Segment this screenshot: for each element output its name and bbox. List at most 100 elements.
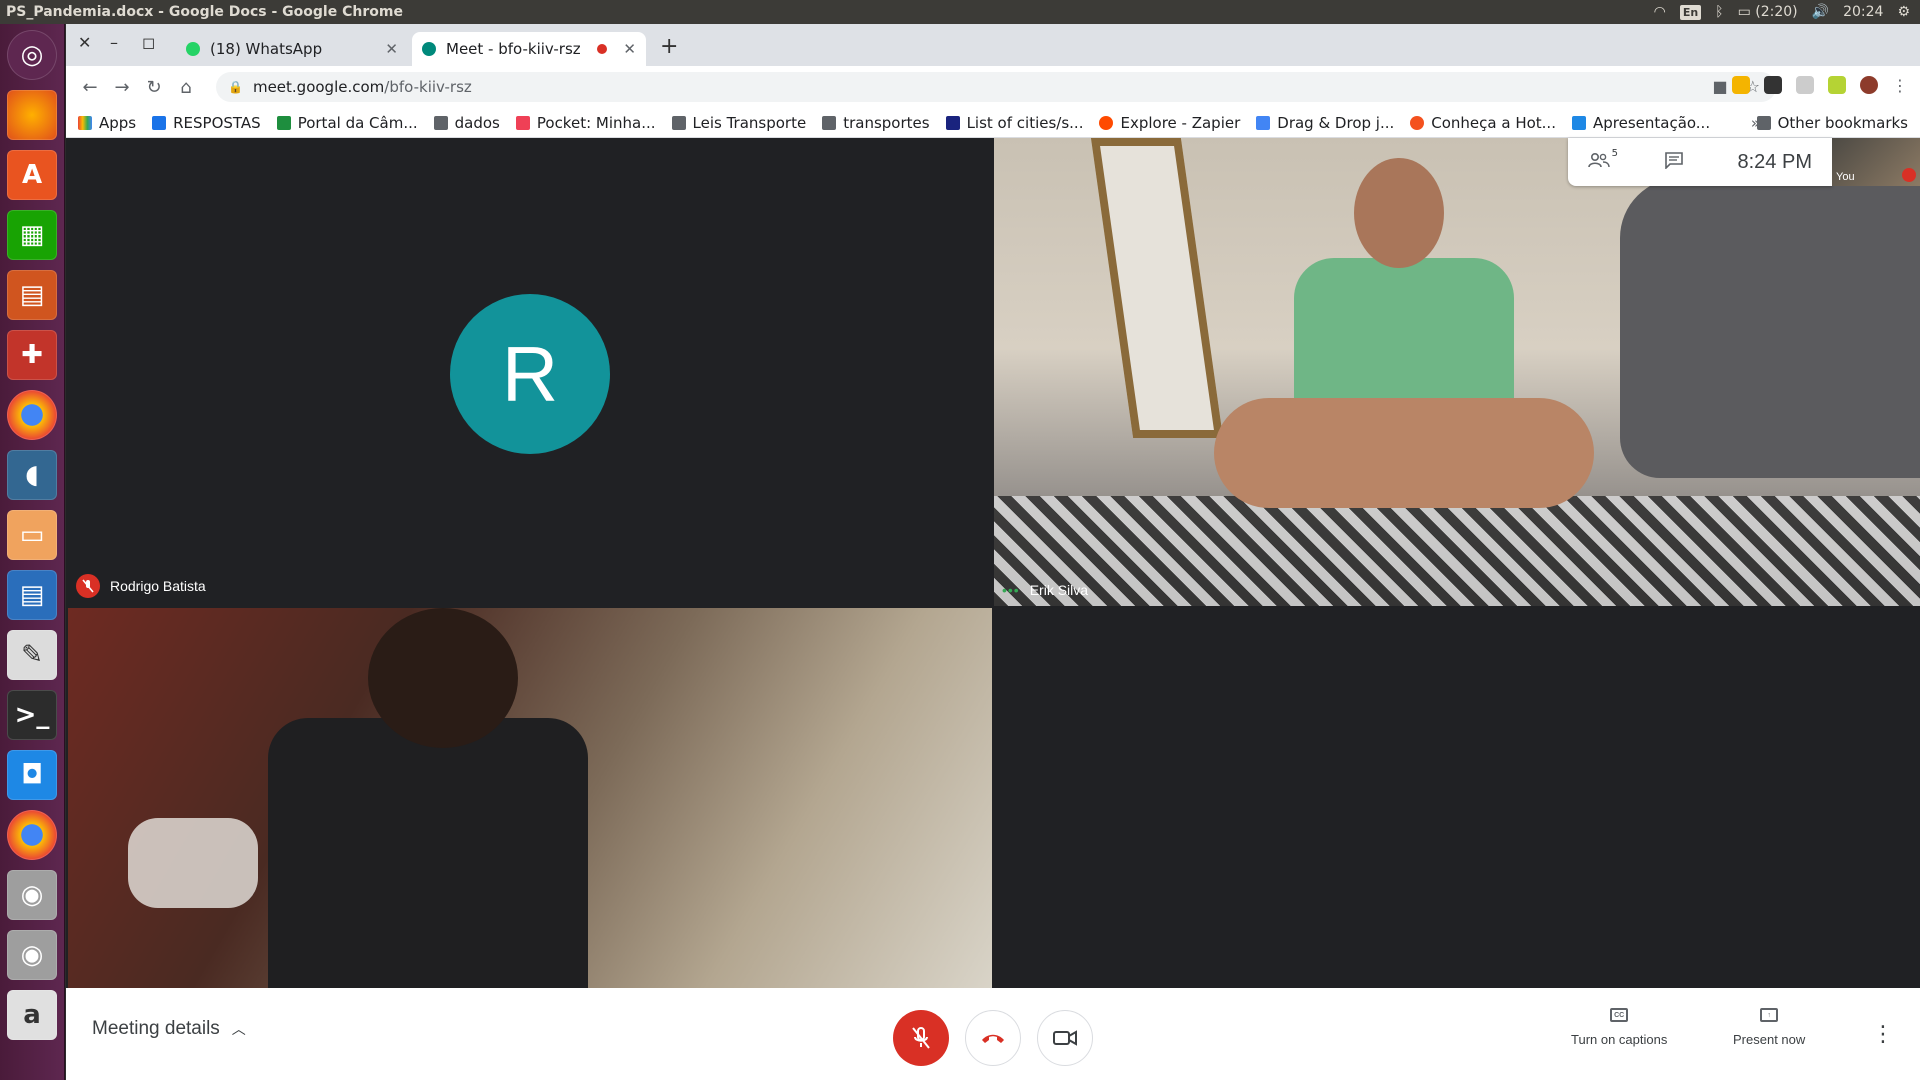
self-view-thumbnail[interactable]: You — [1832, 138, 1920, 186]
camera-toggle-button[interactable] — [1037, 1010, 1093, 1066]
dash-home-icon[interactable]: ◎ — [7, 30, 57, 80]
minimize-window-icon[interactable]: – — [110, 33, 118, 52]
camera-in-use-icon[interactable]: ■ — [1713, 77, 1728, 96]
bookmark-apps[interactable]: Apps — [78, 114, 136, 132]
bookmark-label: Leis Transporte — [692, 113, 807, 132]
microphone-toggle-button[interactable] — [893, 1010, 949, 1066]
chrome-window-icon[interactable] — [7, 810, 57, 860]
hang-up-icon — [982, 1034, 1004, 1043]
bluetooth-icon[interactable]: ᛒ — [1715, 4, 1723, 20]
keyboard-layout-indicator[interactable]: En — [1679, 4, 1702, 20]
terminal-icon[interactable]: >_ — [7, 690, 57, 740]
calc-spreadsheet-icon[interactable]: ▦ — [7, 210, 57, 260]
close-window-icon[interactable]: ✕ — [78, 33, 91, 52]
close-tab-icon[interactable]: ✕ — [385, 40, 398, 58]
captions-button[interactable]: CC Turn on captions — [1571, 1008, 1667, 1047]
bookmark-label: Apresentação... — [1592, 113, 1711, 132]
other-bookmarks-folder[interactable]: Other bookmarks — [1756, 113, 1908, 132]
captions-label: Turn on captions — [1571, 1032, 1668, 1047]
impress-presentation-icon[interactable]: ▤ — [7, 270, 57, 320]
system-top-panel: PS_Pandemia.docx - Google Docs - Google … — [0, 0, 1920, 24]
bookmark-item[interactable]: RESPOSTAS — [152, 114, 261, 132]
file-manager-icon[interactable]: ▭ — [7, 510, 57, 560]
bookmark-item[interactable]: Conheça a Hot... — [1410, 114, 1556, 132]
extension-icon[interactable] — [1796, 76, 1814, 94]
present-now-button[interactable]: ↑ Present now — [1733, 1008, 1805, 1047]
volume-icon[interactable]: 🔊 — [1812, 4, 1829, 20]
amazon-icon[interactable]: a — [7, 990, 57, 1040]
meet-call-area: R Rodrigo Batista ••• Erik Silva 5 8:24 … — [66, 138, 1920, 1080]
bookmark-item[interactable]: Apresentação... — [1571, 113, 1711, 132]
settings-gear-icon[interactable]: ⚙ — [1897, 4, 1910, 20]
bookmark-folder[interactable]: dados — [433, 114, 500, 132]
profile-avatar[interactable] — [1860, 76, 1878, 94]
text-editor-icon[interactable]: ✎ — [7, 630, 57, 680]
incognito-glasses-icon[interactable] — [1764, 76, 1782, 94]
bookmark-item[interactable]: Explore - Zapier — [1099, 114, 1240, 132]
speaking-indicator-icon: ••• — [1002, 582, 1020, 598]
address-bar[interactable]: 🔒 meet.google.com/bfo-kiiv-rsz ■ ☆ — [216, 72, 1776, 102]
people-icon — [1588, 152, 1610, 167]
battery-indicator[interactable]: ▭ (2:20) — [1738, 4, 1798, 20]
url-host: meet.google.com — [252, 78, 385, 96]
chrome-icon[interactable] — [7, 390, 57, 440]
participant-video-figure — [268, 718, 588, 988]
participant-tile-rodrigo[interactable]: R Rodrigo Batista — [68, 138, 992, 606]
participant-tile-video[interactable] — [68, 608, 992, 988]
system-settings-icon[interactable]: ✚ — [7, 330, 57, 380]
meet-icon — [422, 42, 436, 56]
bookmark-item[interactable]: Portal da Câm... — [276, 114, 418, 132]
extensions-area: ⋮ — [1732, 76, 1908, 95]
bookmark-label: Pocket: Minha... — [536, 113, 656, 132]
extension-icon[interactable] — [1828, 76, 1846, 94]
chrome-menu-icon[interactable]: ⋮ — [1892, 76, 1908, 95]
self-view-label: You — [1836, 171, 1855, 183]
chat-icon — [1664, 152, 1683, 170]
frame-app-icon[interactable]: ◘ — [7, 750, 57, 800]
pgadmin-elephant-icon[interactable]: ◖ — [7, 450, 57, 500]
software-center-icon[interactable]: A — [7, 150, 57, 200]
extension-icon[interactable] — [1732, 76, 1750, 94]
tab-label: (18) WhatsApp — [210, 40, 323, 58]
bookmark-favicon-icon — [1571, 115, 1586, 130]
more-options-icon[interactable]: ⋮ — [1872, 1022, 1894, 1047]
people-count-badge: 5 — [1611, 147, 1618, 159]
url-path: /bfo-kiiv-rsz — [384, 78, 472, 96]
maximize-window-icon[interactable]: ◻ — [142, 33, 155, 52]
bookmark-item[interactable]: Drag & Drop j... — [1256, 114, 1394, 132]
people-button[interactable]: 5 — [1588, 148, 1618, 173]
bookmark-label: transportes — [843, 113, 930, 132]
firefox-icon[interactable] — [7, 90, 57, 140]
leave-call-button[interactable] — [965, 1010, 1021, 1066]
reload-icon[interactable]: ↻ — [138, 77, 170, 98]
wifi-icon[interactable]: ◠ — [1654, 4, 1666, 20]
bookmark-item[interactable]: Pocket: Minha... — [515, 113, 656, 132]
hotmart-flame-icon — [1410, 115, 1425, 130]
home-icon[interactable]: ⌂ — [170, 77, 202, 98]
folder-icon — [671, 115, 686, 130]
forward-arrow-icon[interactable]: → — [106, 77, 138, 98]
background-blanket — [1620, 178, 1920, 478]
webcam-camera-icon[interactable]: ◉ — [7, 930, 57, 980]
system-clock[interactable]: 20:24 — [1843, 4, 1883, 20]
bookmark-label: Other bookmarks — [1777, 113, 1908, 132]
close-tab-icon[interactable]: ✕ — [623, 40, 636, 58]
browser-toolbar: ← → ↻ ⌂ 🔒 meet.google.com/bfo-kiiv-rsz ■… — [66, 66, 1920, 108]
meeting-details-button[interactable]: Meeting details ︿ — [92, 1018, 246, 1040]
participant-name: Rodrigo Batista — [110, 578, 206, 594]
chat-button[interactable] — [1664, 151, 1684, 173]
participant-tile-erik[interactable]: ••• Erik Silva — [994, 138, 1920, 606]
tab-strip: ✕ – ◻ (18) WhatsApp ✕ Meet - bfo-kiiv-rs… — [66, 24, 1920, 66]
bookmark-folder[interactable]: transportes — [822, 113, 930, 132]
tab-whatsapp[interactable]: (18) WhatsApp ✕ — [176, 32, 408, 66]
bookmark-folder[interactable]: Leis Transporte — [671, 113, 807, 132]
writer-document-icon[interactable]: ▤ — [7, 570, 57, 620]
screenshot-camera-icon[interactable]: ◉ — [7, 870, 57, 920]
apps-grid-icon — [78, 115, 92, 130]
back-arrow-icon[interactable]: ← — [74, 77, 106, 98]
folder-icon — [433, 115, 448, 130]
meeting-details-label: Meeting details — [92, 1018, 220, 1039]
new-tab-button[interactable]: + — [660, 34, 678, 59]
tab-meet[interactable]: Meet - bfo-kiiv-rsz ✕ — [412, 32, 646, 66]
bookmark-item[interactable]: List of cities/s... — [945, 114, 1083, 132]
